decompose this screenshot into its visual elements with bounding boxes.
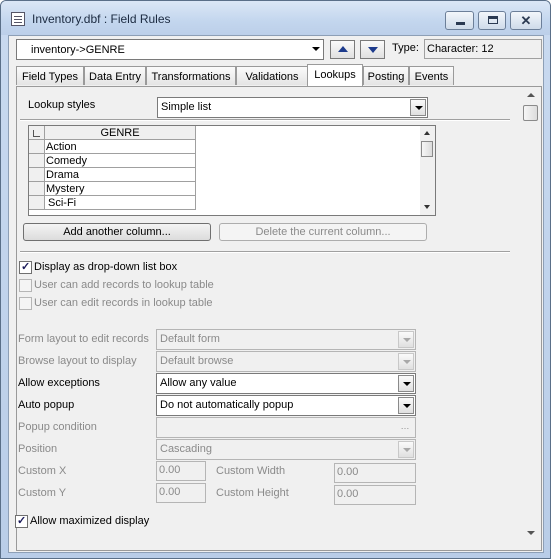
divider — [20, 119, 510, 121]
tab-field-types[interactable]: Field Types — [16, 66, 84, 85]
tab-transformations[interactable]: Transformations — [146, 66, 236, 85]
chevron-down-icon[interactable] — [398, 375, 414, 392]
custom-width-label: Custom Width — [216, 465, 286, 477]
grid-cell[interactable]: Sci-Fi — [45, 196, 196, 210]
allow-maximized-checkbox[interactable] — [15, 514, 28, 528]
lookups-panel: Lookup styles Simple list GENRE Action C… — [15, 86, 542, 551]
allow-exceptions-value: Allow any value — [160, 377, 237, 389]
grid-row-header[interactable] — [29, 168, 45, 182]
type-label: Type: — [392, 42, 419, 54]
allow-exceptions-select[interactable]: Allow any value — [156, 373, 416, 394]
previous-field-button[interactable] — [330, 40, 355, 59]
user-can-edit-checkbox[interactable] — [19, 297, 32, 310]
chevron-down-icon[interactable] — [398, 441, 414, 458]
close-icon: ✕ — [520, 13, 532, 28]
chevron-down-icon — [312, 47, 320, 51]
grid-cell[interactable]: Drama — [45, 168, 196, 182]
lookup-styles-label: Lookup styles — [28, 99, 96, 111]
custom-height-field[interactable]: 0.00 — [334, 485, 416, 505]
custom-y-label: Custom Y — [18, 487, 67, 499]
custom-x-field[interactable]: 0.00 — [156, 461, 206, 481]
user-can-add-checkbox[interactable] — [19, 279, 32, 292]
scrollbar-thumb[interactable] — [523, 105, 538, 121]
divider — [20, 251, 510, 253]
browse-layout-select[interactable]: Default browse — [156, 351, 416, 372]
custom-y-field[interactable]: 0.00 — [156, 483, 206, 503]
minimize-button[interactable] — [445, 11, 474, 30]
grid-corner-icon[interactable] — [29, 126, 45, 140]
popup-condition-label: Popup condition — [18, 421, 97, 433]
position-label: Position — [18, 443, 58, 455]
field-select-value: inventory->GENRE — [31, 44, 125, 56]
allow-maximized-label: Allow maximized display — [30, 515, 150, 527]
lookup-styles-value: Simple list — [161, 101, 212, 113]
popup-condition-field[interactable]: … — [156, 417, 416, 438]
lookup-grid[interactable]: GENRE Action Comedy Drama Mystery Sci-Fi — [28, 125, 436, 216]
chevron-down-icon[interactable] — [398, 331, 414, 348]
field-select[interactable]: inventory->GENRE — [16, 39, 324, 60]
arrow-up-icon — [338, 46, 348, 52]
position-value: Cascading — [160, 443, 212, 455]
form-layout-label: Form layout to edit records — [18, 333, 149, 345]
scroll-up-icon[interactable] — [527, 93, 535, 97]
arrow-down-icon — [368, 47, 378, 53]
allow-exceptions-label: Allow exceptions — [18, 377, 100, 389]
grid-row-header[interactable] — [29, 154, 45, 168]
grid-column-header[interactable]: GENRE — [45, 126, 196, 140]
display-dropdown-checkbox[interactable] — [19, 260, 32, 274]
user-can-edit-label: User can edit records in lookup table — [34, 297, 213, 309]
grid-cell[interactable]: Comedy — [45, 154, 196, 168]
scrollbar-thumb[interactable] — [421, 141, 433, 157]
chevron-down-icon[interactable] — [398, 353, 414, 370]
form-layout-value: Default form — [160, 333, 220, 345]
custom-x-label: Custom X — [18, 465, 67, 477]
user-can-add-label: User can add records to lookup table — [34, 279, 214, 291]
window-title: Inventory.dbf : Field Rules — [32, 12, 171, 26]
form-layout-select[interactable]: Default form — [156, 329, 416, 350]
maximize-icon — [488, 16, 498, 24]
add-column-button[interactable]: Add another column... — [23, 223, 211, 241]
display-dropdown-label: Display as drop-down list box — [34, 261, 178, 273]
position-select[interactable]: Cascading — [156, 439, 416, 460]
type-value: Character: 12 — [424, 39, 542, 59]
maximize-button[interactable] — [478, 11, 506, 30]
grid-row-header[interactable] — [29, 140, 45, 154]
grid-row-header[interactable] — [29, 182, 45, 196]
next-field-button[interactable] — [360, 40, 385, 59]
tab-data-entry[interactable]: Data Entry — [84, 66, 146, 85]
table-icon — [11, 12, 25, 26]
auto-popup-label: Auto popup — [18, 399, 75, 411]
chevron-down-icon[interactable] — [410, 99, 426, 116]
title-bar[interactable]: Inventory.dbf : Field Rules ✕ — [1, 1, 550, 35]
field-rules-window: Inventory.dbf : Field Rules ✕ inventory-… — [0, 0, 551, 559]
delete-column-button[interactable]: Delete the current column... — [219, 223, 427, 241]
minimize-icon — [456, 22, 465, 25]
auto-popup-value: Do not automatically popup — [160, 399, 294, 411]
browse-layout-label: Browse layout to display — [18, 355, 137, 367]
custom-width-field[interactable]: 0.00 — [334, 463, 416, 483]
tab-events[interactable]: Events — [409, 66, 454, 85]
expression-builder-icon[interactable]: … — [396, 419, 414, 436]
dialog-body: inventory->GENRE Type: Character: 12 Fie… — [8, 35, 544, 553]
grid-scrollbar[interactable] — [420, 126, 435, 215]
scroll-up-icon[interactable] — [424, 131, 430, 135]
tab-posting[interactable]: Posting — [363, 66, 409, 85]
tab-lookups[interactable]: Lookups — [307, 64, 363, 86]
panel-scrollbar[interactable] — [522, 87, 541, 550]
chevron-down-icon[interactable] — [398, 397, 414, 414]
grid-row-header[interactable] — [29, 196, 45, 210]
grid-cell[interactable]: Mystery — [45, 182, 196, 196]
grid-cell[interactable]: Action — [45, 140, 196, 154]
lookup-styles-select[interactable]: Simple list — [157, 97, 428, 118]
browse-layout-value: Default browse — [160, 355, 234, 367]
scroll-down-icon[interactable] — [424, 205, 430, 209]
lookups-content: Lookup styles Simple list GENRE Action C… — [15, 93, 510, 543]
tab-validations[interactable]: Validations — [236, 66, 308, 85]
auto-popup-select[interactable]: Do not automatically popup — [156, 395, 416, 416]
custom-height-label: Custom Height — [216, 487, 289, 499]
scroll-down-icon[interactable] — [527, 531, 535, 535]
close-button[interactable]: ✕ — [510, 11, 542, 30]
